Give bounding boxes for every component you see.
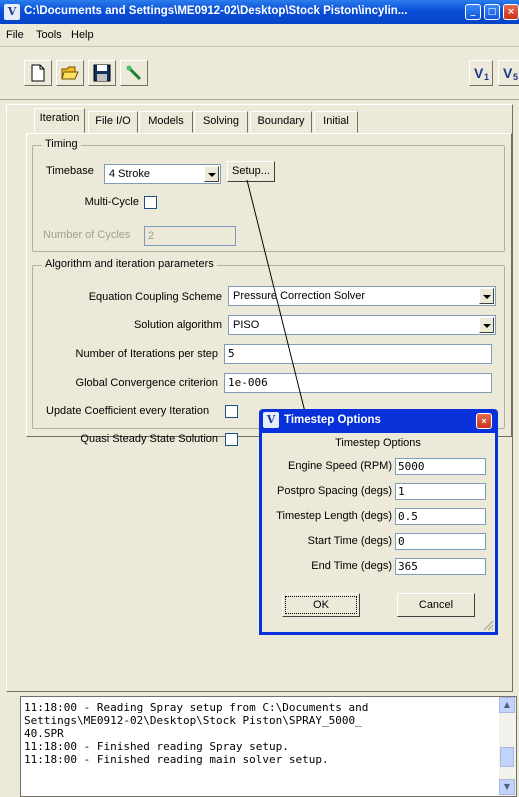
engine-speed-label: Engine Speed (RPM) — [288, 460, 392, 472]
engine-speed-input[interactable]: 5000 — [395, 458, 486, 475]
postpro-spacing-label: Postpro Spacing (degs) — [277, 485, 392, 497]
start-time-input[interactable]: 0 — [395, 533, 486, 550]
timestep-dialog: V Timestep Options × Timestep Options En… — [259, 409, 498, 635]
tab-iteration[interactable]: Iteration — [34, 108, 85, 133]
dialog-body: Timestep Options Engine Speed (RPM) 5000… — [262, 433, 495, 632]
cancel-button[interactable]: Cancel — [397, 593, 475, 617]
main-window: V C:\Documents and Settings\ME0912-02\De… — [0, 0, 519, 797]
timestep-length-input[interactable]: 0.5 — [395, 508, 486, 525]
end-time-label: End Time (degs) — [311, 560, 392, 572]
timestep-length-label: Timestep Length (degs) — [276, 510, 392, 522]
resize-grip-icon[interactable] — [482, 619, 494, 631]
v-logo-icon: V — [263, 412, 279, 428]
ok-button[interactable]: OK — [282, 593, 360, 617]
dialog-title-bar[interactable]: V Timestep Options × — [262, 411, 495, 431]
postpro-spacing-input[interactable]: 1 — [395, 483, 486, 500]
end-time-input[interactable]: 365 — [395, 558, 486, 575]
dialog-title: Timestep Options — [284, 414, 381, 426]
dialog-close-button[interactable]: × — [476, 413, 492, 429]
start-time-label: Start Time (degs) — [307, 535, 392, 547]
dialog-heading: Timestep Options — [335, 437, 421, 449]
